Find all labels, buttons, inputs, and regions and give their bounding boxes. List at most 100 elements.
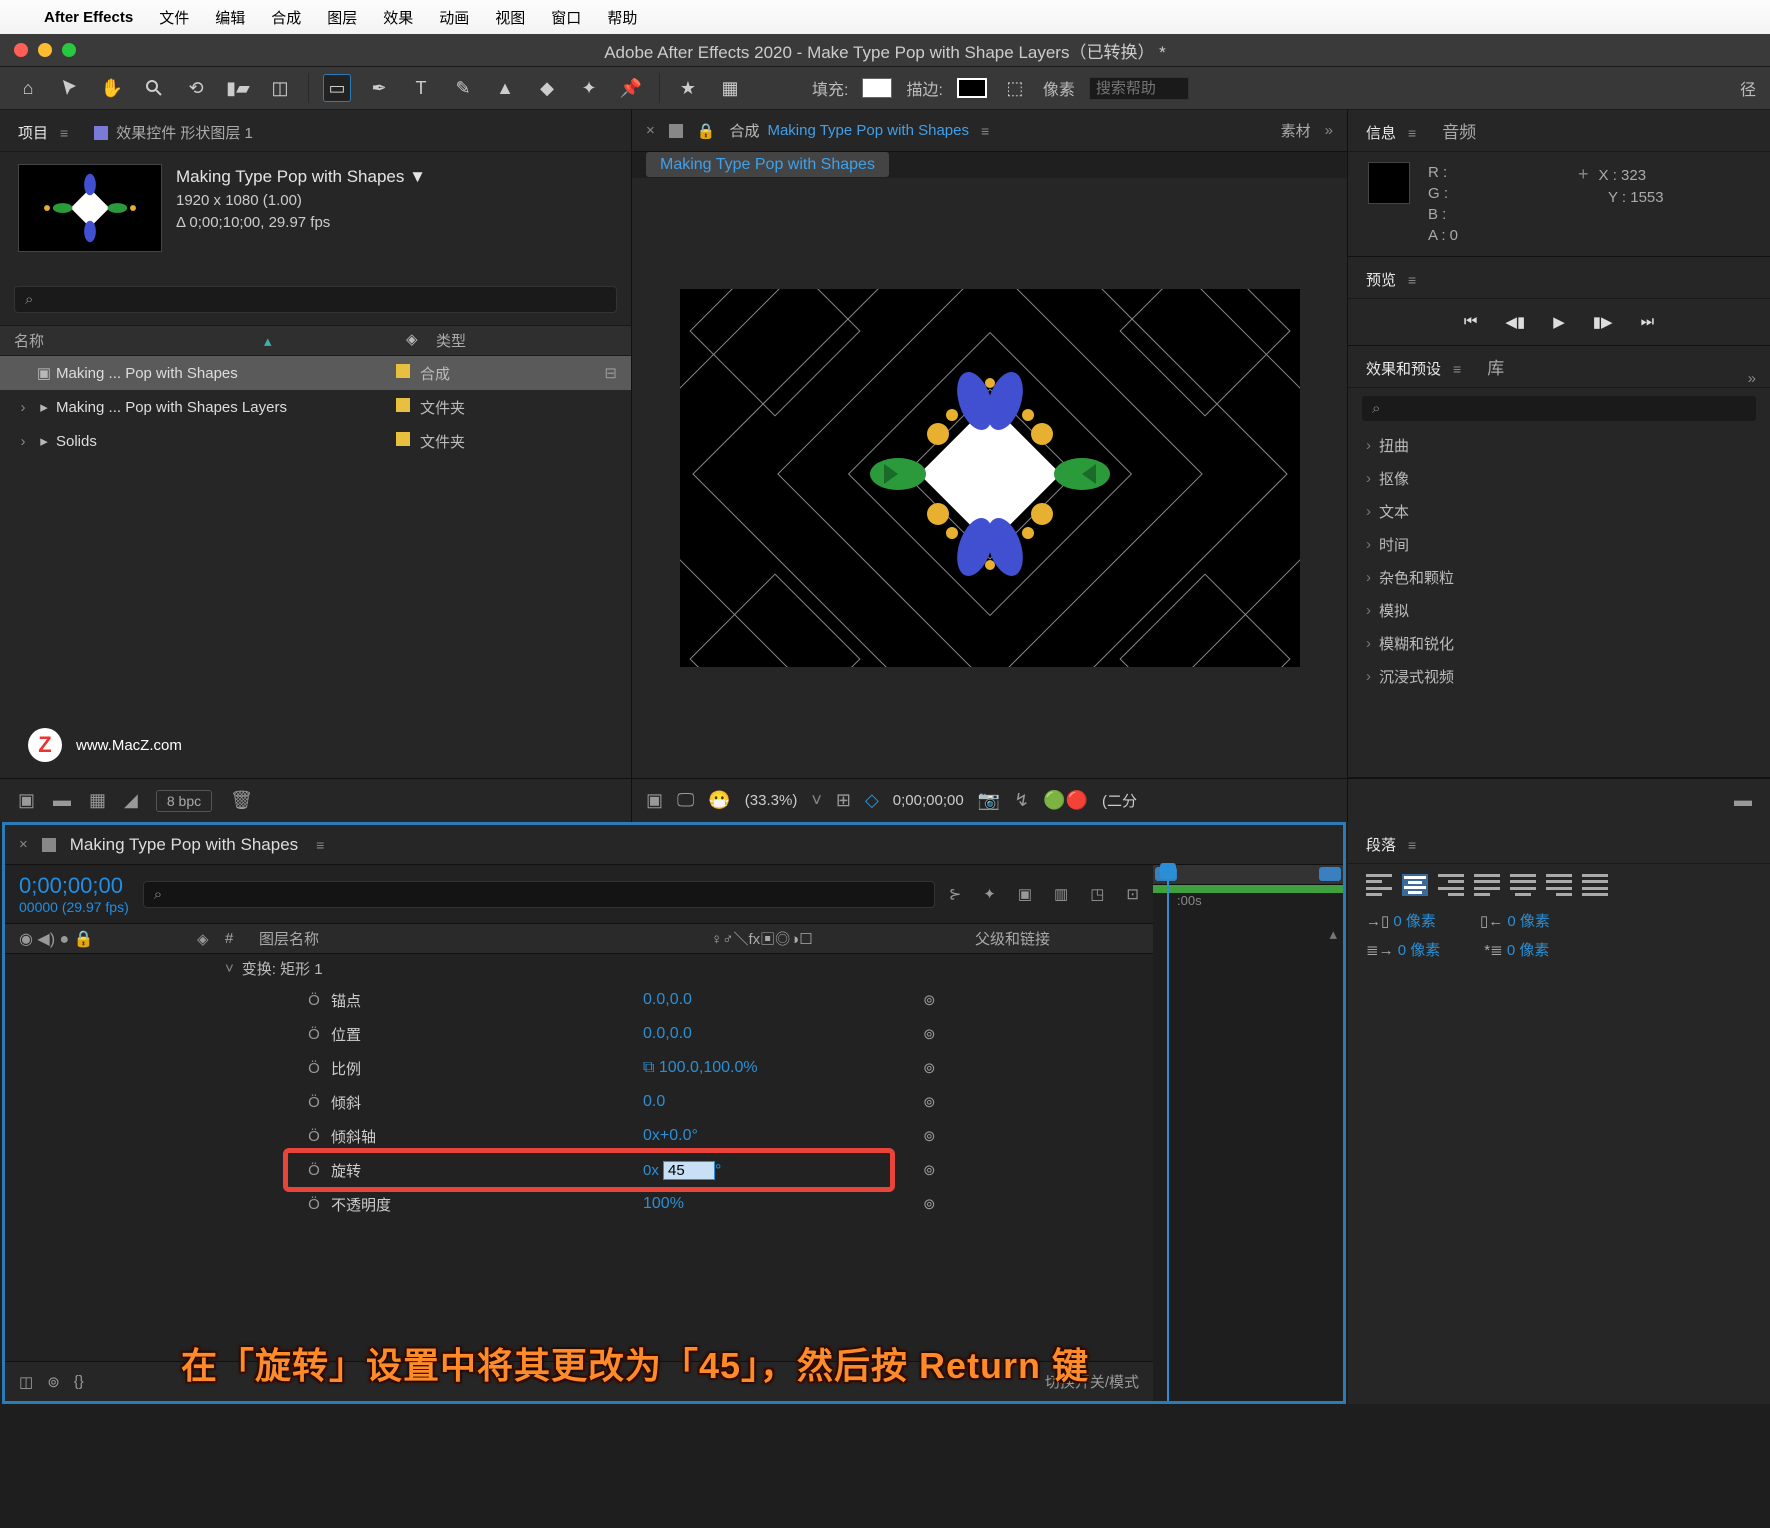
grid-icon[interactable]: ▦ — [716, 74, 744, 102]
viewer-time[interactable]: 0;00;00;00 — [893, 792, 964, 809]
app-name[interactable]: After Effects — [44, 9, 133, 26]
workarea-end-handle[interactable] — [1319, 867, 1341, 881]
stopwatch-icon[interactable]: Ö — [297, 1162, 331, 1179]
space-after[interactable]: *≣ 0 像素 — [1484, 939, 1549, 960]
justify-left-button[interactable] — [1474, 874, 1500, 896]
label-column-icon[interactable]: ◈ — [406, 330, 436, 351]
parent-link-icon[interactable]: ⊚ — [923, 1195, 936, 1213]
channel-icon[interactable]: ↯ — [1014, 790, 1029, 811]
col-layer-name[interactable]: 图层名称 — [259, 928, 711, 949]
rotation-input[interactable] — [663, 1161, 715, 1180]
trash-icon[interactable]: 🗑 — [230, 790, 253, 811]
property-row[interactable]: Ö比例⧉ 100.0,100.0%⊚ — [5, 1051, 1153, 1085]
property-value[interactable]: 0x ° — [643, 1161, 923, 1180]
region-tool[interactable]: ◫ — [266, 74, 294, 102]
menu-edit[interactable]: 编辑 — [215, 7, 245, 28]
align-center-button[interactable] — [1402, 874, 1428, 896]
project-search-input[interactable]: ⌕ — [14, 286, 617, 313]
type-tool[interactable]: T — [407, 74, 435, 102]
zoom-level[interactable]: (33.3%) — [745, 792, 798, 809]
sort-arrow-icon[interactable]: ▴ — [264, 333, 272, 350]
stopwatch-icon[interactable]: Ö — [297, 1128, 331, 1145]
zoom-tool[interactable] — [140, 74, 168, 102]
stopwatch-icon[interactable]: Ö — [297, 1196, 331, 1213]
selection-tool[interactable] — [56, 74, 84, 102]
col-parent[interactable]: 父级和链接 — [975, 928, 1050, 949]
menu-help[interactable]: 帮助 — [607, 7, 637, 28]
comp-mini-tab-label[interactable]: Making Type Pop with Shapes — [646, 152, 889, 177]
parent-link-icon[interactable]: ⊚ — [923, 1059, 936, 1077]
fill-swatch[interactable] — [862, 78, 892, 98]
property-row[interactable]: Ö倾斜轴0x+0.0°⊚ — [5, 1119, 1153, 1153]
label-color-icon[interactable] — [396, 432, 410, 446]
stopwatch-icon[interactable]: Ö — [297, 1060, 331, 1077]
close-tab-icon[interactable]: × — [646, 122, 655, 139]
star-icon[interactable]: ★ — [674, 74, 702, 102]
comp-flowchart-icon[interactable]: ⊱ — [949, 885, 962, 903]
tab-library[interactable]: 库 — [1483, 346, 1508, 387]
effect-category[interactable]: 抠像 — [1348, 462, 1770, 495]
property-value[interactable]: 0.0,0.0 — [643, 991, 923, 1009]
menu-animation[interactable]: 动画 — [439, 7, 469, 28]
new-bin-icon[interactable]: ▬ — [1734, 790, 1752, 811]
property-row[interactable]: Ö锚点0.0,0.0⊚ — [5, 983, 1153, 1017]
guides-icon[interactable]: ◇ — [865, 790, 879, 811]
tab-info[interactable]: 信息≡ — [1362, 114, 1420, 151]
snap-icon[interactable]: ⊡ — [1126, 885, 1139, 903]
rectangle-tool[interactable]: ▭ — [323, 74, 351, 102]
new-folder-icon[interactable]: ▬ — [53, 790, 71, 811]
parent-link-icon[interactable]: ⊚ — [923, 1161, 936, 1179]
monitor-icon[interactable]: 🖵 — [677, 790, 694, 811]
property-row[interactable]: Ö位置0.0,0.0⊚ — [5, 1017, 1153, 1051]
stroke-swatch[interactable] — [957, 78, 987, 98]
resolution[interactable]: (二分 — [1102, 790, 1137, 811]
stroke-width-icon[interactable]: ⬚ — [1001, 74, 1029, 102]
search-help-input[interactable] — [1089, 77, 1189, 100]
new-comp-icon[interactable]: ▦ — [89, 790, 106, 811]
mask-icon[interactable]: 😷 — [708, 790, 730, 811]
property-row[interactable]: Ö倾斜0.0⊚ — [5, 1085, 1153, 1119]
label-color-icon[interactable] — [396, 364, 410, 378]
pin-tool[interactable]: 📌 — [617, 74, 645, 102]
orbit-tool[interactable]: ⟲ — [182, 74, 210, 102]
more-tabs-icon[interactable]: » — [1748, 370, 1756, 387]
camera-tool[interactable]: ▮▰ — [224, 74, 252, 102]
window-close-button[interactable] — [14, 43, 28, 57]
eraser-tool[interactable]: ◆ — [533, 74, 561, 102]
list-item[interactable]: ▣ Making ... Pop with Shapes 合成 ⊟ — [0, 356, 631, 390]
effect-category[interactable]: 时间 — [1348, 528, 1770, 561]
parent-link-icon[interactable]: ⊚ — [923, 991, 936, 1009]
current-time[interactable]: 0;00;00;00 — [19, 873, 129, 899]
adjust-icon[interactable]: ◢ — [124, 790, 138, 811]
property-row[interactable]: Ö不透明度100%⊚ — [5, 1187, 1153, 1221]
tab-composition[interactable]: 合成 Making Type Pop with Shapes≡ — [729, 120, 989, 141]
stopwatch-icon[interactable]: Ö — [297, 992, 331, 1009]
align-left-button[interactable] — [1366, 874, 1392, 896]
menu-window[interactable]: 窗口 — [551, 7, 581, 28]
timeline-track-area[interactable]: :00s ▴ — [1153, 865, 1343, 1401]
frame-icon[interactable]: ▣ — [1018, 885, 1032, 903]
tab-footage[interactable]: 素材 — [1281, 120, 1311, 141]
menu-effect[interactable]: 效果 — [383, 7, 413, 28]
viewer-icon[interactable]: ▣ — [646, 790, 663, 811]
play-button[interactable]: ▶ — [1553, 313, 1565, 331]
window-zoom-button[interactable] — [62, 43, 76, 57]
justify-right-button[interactable] — [1546, 874, 1572, 896]
menu-view[interactable]: 视图 — [495, 7, 525, 28]
scroll-up-icon[interactable]: ▴ — [1329, 925, 1337, 943]
tl-btm-icon[interactable]: ◫ — [19, 1373, 33, 1391]
zoom-dropdown[interactable]: ˅ — [811, 790, 822, 811]
flowchart-icon[interactable]: ⊟ — [604, 364, 617, 382]
prev-frame-button[interactable]: ◀▮ — [1505, 313, 1525, 331]
label-color-icon[interactable] — [396, 398, 410, 412]
property-row[interactable]: Ö旋转0x °⊚ — [5, 1153, 1153, 1187]
indent-right[interactable]: ▯← 0 像素 — [1480, 910, 1550, 931]
property-value[interactable]: ⧉ 100.0,100.0% — [643, 1059, 923, 1077]
grid-toggle-icon[interactable]: ⊞ — [836, 790, 851, 811]
col-index[interactable]: # — [225, 930, 259, 947]
label-icon[interactable]: ◈ — [197, 930, 225, 948]
tab-paragraph[interactable]: 段落≡ — [1362, 826, 1420, 863]
property-value[interactable]: 0x+0.0° — [643, 1127, 923, 1145]
parent-link-icon[interactable]: ⊚ — [923, 1093, 936, 1111]
tab-effects-presets[interactable]: 效果和预设≡ — [1362, 350, 1465, 387]
